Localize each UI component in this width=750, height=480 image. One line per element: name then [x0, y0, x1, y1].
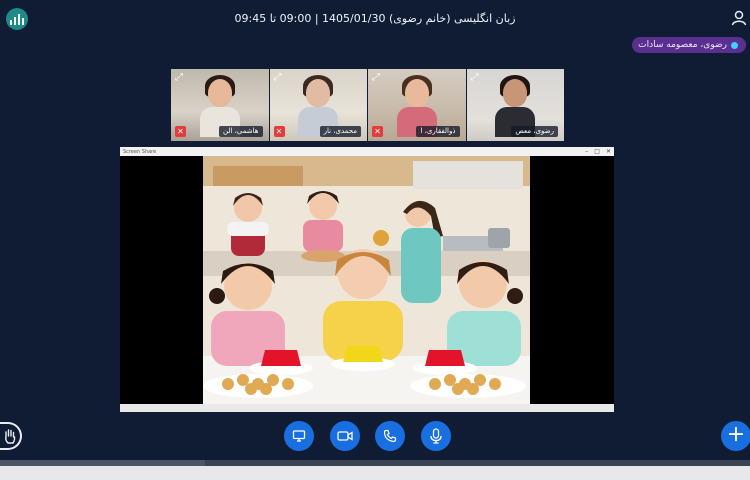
call-controls: [0, 421, 750, 453]
shared-window-statusbar: [120, 404, 614, 412]
add-button[interactable]: +: [721, 421, 750, 451]
taskbar-segment: [0, 460, 205, 466]
presenter-badge[interactable]: رضوی، معصومه سادات: [632, 37, 746, 53]
expand-icon[interactable]: ⤢: [175, 72, 187, 84]
camera-off-icon: ✕: [372, 126, 383, 137]
participant-name: هاشمی، الن: [219, 126, 263, 137]
participant-name: محمدی، نار: [319, 126, 361, 137]
participant-tile[interactable]: ⤢ ✕ محمدی، نار: [269, 69, 367, 141]
participant-tile-active[interactable]: ⤢ رضوی، معص: [466, 69, 564, 141]
expand-icon[interactable]: ⤢: [372, 72, 384, 84]
camera-off-icon: ✕: [273, 126, 285, 137]
screen-share-icon: [292, 430, 306, 442]
microphone-icon: [430, 428, 442, 444]
shared-window-titlebar: Screen Share – □ ✕: [120, 147, 614, 156]
user-icon[interactable]: [730, 9, 748, 27]
participant-name: ذوالفقاری، ا: [416, 126, 460, 137]
participant-tile[interactable]: ⤢ ✕ هاشمی، الن: [171, 69, 269, 141]
os-taskbar: [0, 460, 750, 480]
camera-icon: [337, 431, 353, 441]
close-icon: ✕: [605, 148, 611, 155]
shared-image: [203, 156, 530, 404]
participant-strip: ⤢ ✕ هاشمی، الن ⤢ ✕ محمدی، نار ⤢ ✕ ذوالفق…: [171, 69, 564, 141]
maximize-icon: □: [594, 148, 600, 155]
presenter-status-icon: [731, 41, 738, 49]
expand-icon[interactable]: ⤢: [274, 72, 286, 84]
presenter-name: رضوی، معصومه سادات: [638, 40, 727, 50]
shared-window-title: Screen Share: [123, 148, 157, 155]
statistics-icon[interactable]: [6, 8, 28, 30]
participant-tile[interactable]: ⤢ ✕ ذوالفقاری، ا: [368, 69, 466, 141]
camera-button[interactable]: [330, 421, 360, 451]
screen-share-button[interactable]: [284, 421, 314, 451]
microphone-button[interactable]: [421, 421, 451, 451]
session-title: زبان انگلیسی (خانم رضوی) 1405/01/30 | 09…: [234, 11, 516, 25]
phone-button[interactable]: [375, 421, 405, 451]
shared-screen[interactable]: Screen Share – □ ✕: [120, 147, 614, 412]
participant-name: رضوی، معص: [511, 126, 558, 137]
phone-icon: [383, 429, 397, 443]
taskbar-segment: [205, 460, 750, 466]
camera-off-icon: ✕: [175, 126, 186, 137]
expand-icon[interactable]: ⤢: [471, 72, 483, 84]
minimize-icon: –: [585, 148, 589, 155]
top-bar: زبان انگلیسی (خانم رضوی) 1405/01/30 | 09…: [0, 0, 750, 36]
